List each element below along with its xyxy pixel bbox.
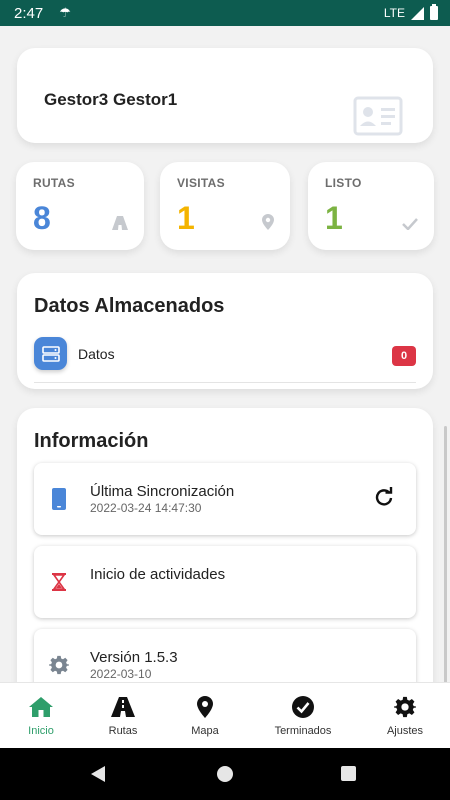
stored-data-title: Datos Almacenados — [34, 295, 225, 317]
stat-card-rutas[interactable]: RUTAS 8 — [16, 162, 144, 250]
info-title: Información — [34, 430, 149, 452]
gear-icon — [394, 695, 416, 719]
stored-data-item[interactable]: Datos 0 — [34, 337, 416, 383]
scrollbar[interactable] — [444, 426, 447, 682]
hourglass-icon — [49, 570, 69, 594]
recent-apps-icon[interactable] — [341, 766, 356, 781]
nav-label: Inicio — [28, 725, 54, 737]
nav-item-rutas[interactable]: Rutas — [94, 683, 152, 749]
status-right: LTE — [383, 4, 438, 20]
road-icon — [112, 216, 128, 230]
nav-item-mapa[interactable]: Mapa — [176, 683, 234, 749]
info-item-subtitle: 2022-03-24 14:47:30 — [90, 501, 202, 515]
server-icon — [34, 337, 67, 370]
signal-icon — [411, 6, 424, 20]
info-item-title: Última Sincronización — [90, 483, 235, 500]
road-icon — [111, 695, 135, 719]
nav-item-terminados[interactable]: Terminados — [262, 683, 344, 749]
id-card-icon — [353, 96, 403, 136]
stored-data-card: Datos Almacenados Datos 0 — [17, 273, 433, 389]
nav-label: Terminados — [274, 725, 332, 737]
stat-label: VISITAS — [177, 176, 225, 190]
network-label: LTE — [383, 6, 405, 20]
refresh-icon[interactable] — [374, 487, 394, 507]
status-bar: 2:47 ☂ LTE — [0, 0, 450, 26]
info-item-title: Versión 1.5.3 — [90, 649, 178, 666]
home-button-icon[interactable] — [217, 766, 233, 782]
stat-value: 1 — [177, 200, 195, 236]
stat-value: 8 — [33, 200, 51, 236]
nav-label: Ajustes — [386, 725, 424, 737]
nav-label: Mapa — [191, 725, 219, 737]
bottom-nav: Inicio Rutas Mapa Terminados Ajustes — [0, 682, 450, 748]
stat-label: RUTAS — [33, 176, 75, 190]
stat-card-visitas[interactable]: VISITAS 1 — [160, 162, 290, 250]
info-item-last-sync[interactable]: Última Sincronización 2022-03-24 14:47:3… — [34, 463, 416, 535]
home-icon — [29, 695, 53, 719]
gear-icon — [49, 653, 69, 677]
info-item-start-activities[interactable]: Inicio de actividades — [34, 546, 416, 618]
phone-icon — [49, 487, 69, 511]
nav-label: Rutas — [108, 725, 138, 737]
info-item-title: Inicio de actividades — [90, 566, 226, 583]
info-card: Información Última Sincronización 2022-0… — [17, 408, 433, 682]
nav-item-inicio[interactable]: Inicio — [12, 683, 70, 749]
nav-item-ajustes[interactable]: Ajustes — [376, 683, 434, 749]
notification-icon: ☂ — [59, 5, 71, 20]
info-item-subtitle: 2022-03-10 — [90, 667, 152, 681]
battery-icon — [430, 4, 438, 20]
stat-card-listo[interactable]: LISTO 1 — [308, 162, 434, 250]
user-card: Gestor3 Gestor1 — [17, 48, 433, 143]
stat-value: 1 — [325, 200, 343, 236]
stat-label: LISTO — [325, 176, 362, 190]
info-item-version[interactable]: Versión 1.5.3 2022-03-10 — [34, 629, 416, 682]
check-icon — [402, 218, 418, 230]
map-pin-icon — [262, 214, 274, 230]
status-time: 2:47 — [14, 4, 44, 22]
count-badge: 0 — [392, 346, 416, 366]
system-nav-bar — [0, 748, 450, 800]
check-circle-icon — [292, 695, 314, 719]
stored-data-label: Datos — [78, 346, 115, 362]
user-name: Gestor3 Gestor1 — [44, 90, 178, 109]
back-icon[interactable] — [91, 766, 105, 782]
map-marker-icon — [197, 695, 213, 719]
home-content[interactable]: Gestor3 Gestor1 RUTAS 8 VISITAS 1 LISTO … — [0, 26, 450, 682]
